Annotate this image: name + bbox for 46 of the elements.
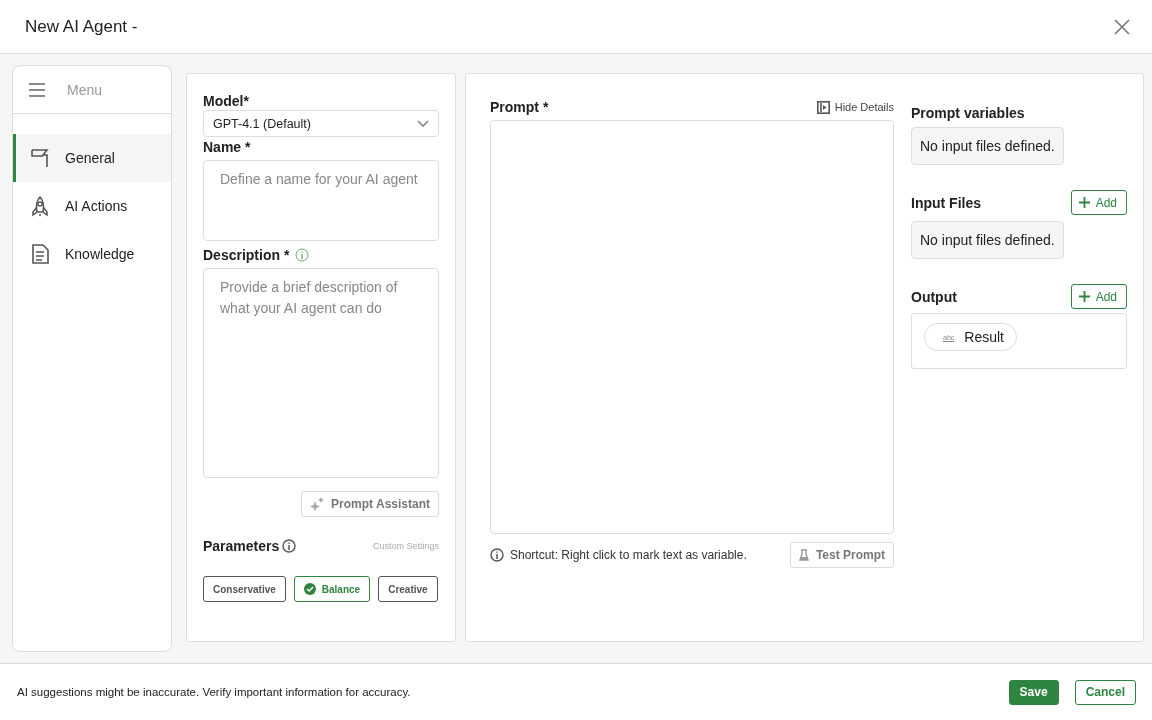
panel-collapse-icon — [816, 100, 830, 114]
shortcut-hint: Shortcut: Right click to mark text as variable. — [510, 548, 747, 562]
add-button[interactable]: Add — [1070, 190, 1127, 215]
parameter-option[interactable]: Balance — [293, 576, 371, 602]
section-label: Input Files — [911, 194, 981, 211]
disclaimer-text: AI suggestions might be inaccurate. Verify important information for accuracy. — [17, 686, 411, 698]
plus-icon — [1078, 197, 1090, 208]
close-icon[interactable] — [1114, 18, 1130, 35]
plus-icon — [1078, 291, 1090, 302]
prompt-label: Prompt * — [490, 99, 549, 115]
flask-icon — [798, 549, 809, 561]
menu-icon — [29, 82, 45, 97]
section-label: Prompt variables — [911, 105, 1026, 121]
model-dropdown[interactable]: GPT-4.1 (Default) — [203, 110, 439, 137]
section-label: Output — [911, 288, 957, 305]
parameter-option[interactable]: Creative — [378, 576, 438, 602]
sparkle-icon — [310, 497, 325, 511]
test-prompt-button[interactable]: Test Prompt — [789, 542, 894, 568]
chevron-down-icon — [417, 119, 429, 128]
save-button[interactable]: Save — [1008, 679, 1059, 705]
sidebar-item[interactable]: General — [13, 134, 171, 182]
cancel-button[interactable]: Cancel — [1074, 679, 1136, 705]
parameters-label: Parameters — [203, 538, 280, 554]
field-label: Description * — [203, 247, 290, 263]
field-label: Name * — [203, 139, 252, 155]
window-title: New AI Agent - — [25, 16, 138, 37]
field-label: Model* — [203, 93, 250, 109]
rocket-icon — [29, 195, 51, 217]
menu-label: Menu — [67, 81, 103, 98]
info-icon — [490, 548, 504, 562]
sidebar-item[interactable]: Knowledge — [13, 230, 171, 278]
parameter-option[interactable]: Conservative — [203, 576, 286, 602]
info-icon — [282, 539, 297, 553]
name-field[interactable]: Define a name for your AI agent — [203, 160, 439, 241]
add-button[interactable]: Add — [1070, 284, 1127, 309]
description-field[interactable]: Provide a brief description of what your AI agent can do — [203, 268, 439, 478]
flag-icon — [29, 147, 51, 169]
hide-details-button[interactable]: Hide Details — [816, 100, 894, 114]
empty-state-message: No input files defined. — [911, 127, 1064, 165]
prompt-assistant-button[interactable]: Prompt Assistant — [301, 491, 439, 517]
sidebar-item[interactable]: AI Actions — [13, 182, 171, 230]
info-icon — [295, 248, 310, 262]
prompt-field[interactable] — [490, 120, 894, 534]
empty-state-message: No input files defined. — [911, 221, 1064, 259]
check-circle-icon — [303, 583, 316, 595]
document-icon — [29, 243, 51, 265]
